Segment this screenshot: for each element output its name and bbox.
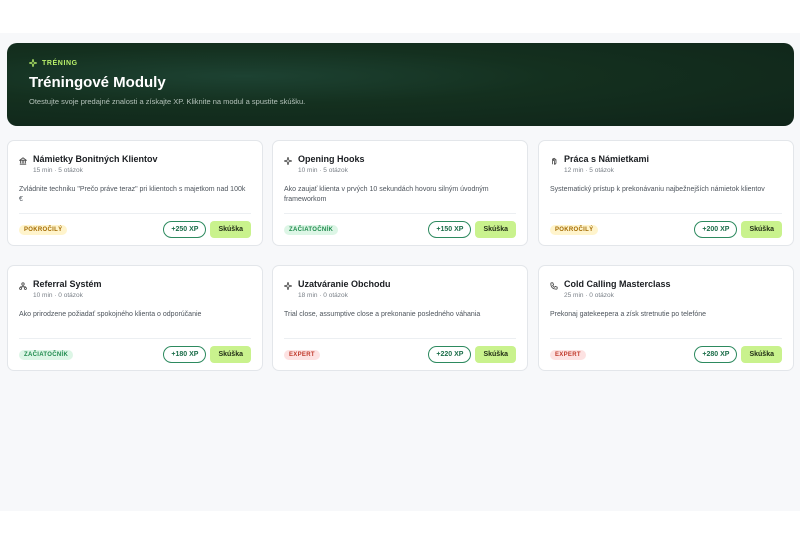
bank-icon — [19, 157, 27, 165]
level-badge: POKROČILÝ — [19, 224, 68, 235]
module-meta: 15 min · 5 otázok — [33, 167, 83, 174]
xp-badge: +150 XP — [428, 221, 472, 238]
module-meta: 10 min · 0 otázok — [33, 292, 83, 299]
module-card[interactable]: Opening Hooks 10 min · 5 otázok Ako zauj… — [272, 140, 528, 246]
page: TRÉNING Tréningové Moduly Otestujte svoj… — [0, 33, 800, 511]
module-card[interactable]: Cold Calling Masterclass 25 min · 0 otáz… — [538, 265, 794, 371]
start-test-button[interactable]: Skúška — [741, 346, 782, 363]
page-subtitle: Otestujte svoje predajné znalosti a získ… — [29, 97, 306, 106]
xp-badge: +180 XP — [163, 346, 207, 363]
module-description: Trial close, assumptive close a prekonan… — [284, 311, 481, 318]
level-badge: EXPERT — [284, 349, 320, 360]
page-title: Tréningové Moduly — [29, 74, 166, 91]
module-card[interactable]: Námietky Bonitných Klientov 15 min · 5 o… — [7, 140, 263, 246]
module-card[interactable]: Uzatváranie Obchodu 18 min · 0 otázok Tr… — [272, 265, 528, 371]
module-title: Uzatváranie Obchodu — [298, 279, 391, 289]
network-icon — [19, 282, 27, 290]
hero-eyebrow: TRÉNING — [29, 59, 772, 67]
module-meta: 10 min · 5 otázok — [298, 167, 348, 174]
start-test-button[interactable]: Skúška — [210, 221, 251, 238]
module-meta: 18 min · 0 otázok — [298, 292, 348, 299]
sparkle-icon — [29, 59, 37, 67]
level-badge: EXPERT — [550, 349, 586, 360]
module-card[interactable]: Práca s Námietkami 12 min · 5 otázok Sys… — [538, 140, 794, 246]
module-description: Prekonaj gatekeepera a získ stretnutie p… — [550, 311, 707, 318]
level-badge: POKROČILÝ — [550, 224, 599, 235]
module-meta: 25 min · 0 otázok — [564, 292, 614, 299]
module-title: Cold Calling Masterclass — [564, 279, 671, 289]
xp-badge: +200 XP — [694, 221, 738, 238]
level-badge: ZAČIATOČNÍK — [19, 349, 74, 360]
level-badge: ZAČIATOČNÍK — [284, 224, 339, 235]
sparkle-icon — [284, 157, 292, 165]
module-description: Ako zaujať klienta v prvých 10 sekundách… — [284, 186, 489, 203]
hero-eyebrow-label: TRÉNING — [42, 59, 78, 67]
start-test-button[interactable]: Skúška — [475, 346, 516, 363]
start-test-button[interactable]: Skúška — [741, 221, 782, 238]
module-title: Práca s Námietkami — [564, 154, 650, 164]
module-meta: 12 min · 5 otázok — [564, 167, 614, 174]
module-description: Systematický prístup k prekonávaniu najb… — [550, 186, 765, 193]
hand-icon — [552, 157, 557, 165]
xp-badge: +280 XP — [694, 346, 738, 363]
start-test-button[interactable]: Skúška — [475, 221, 516, 238]
module-title: Referral Systém — [33, 279, 102, 289]
module-card[interactable]: Referral Systém 10 min · 0 otázok Ako pr… — [7, 265, 263, 371]
xp-badge: +220 XP — [428, 346, 472, 363]
start-test-button[interactable]: Skúška — [210, 346, 251, 363]
module-description: Zvládnite techniku "Prečo práve teraz" p… — [19, 186, 246, 203]
module-description: Ako prirodzene požiadať spokojného klien… — [19, 311, 202, 318]
module-title: Opening Hooks — [298, 154, 365, 164]
phone-icon — [550, 282, 558, 290]
sparkle-icon — [284, 282, 292, 290]
module-title: Námietky Bonitných Klientov — [33, 154, 158, 164]
hero-banner: TRÉNING Tréningové Moduly Otestujte svoj… — [7, 43, 794, 126]
xp-badge: +250 XP — [163, 221, 207, 238]
